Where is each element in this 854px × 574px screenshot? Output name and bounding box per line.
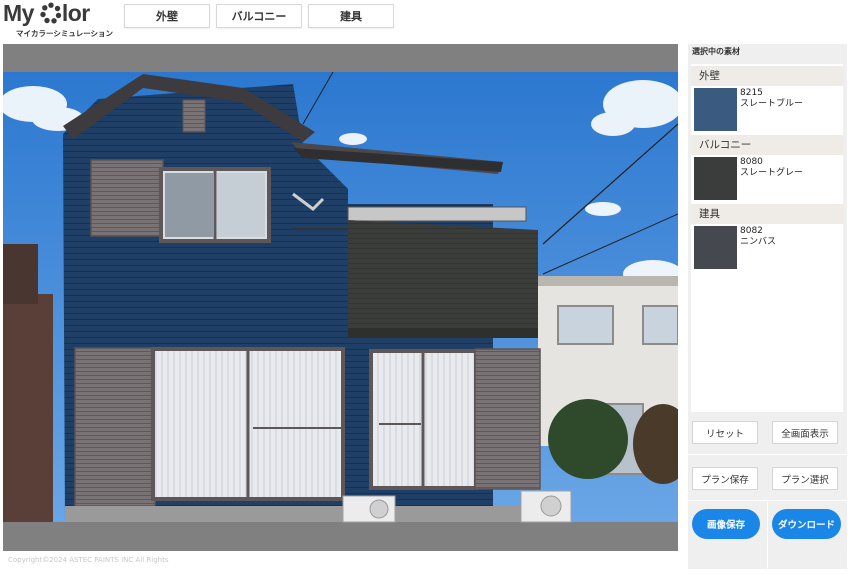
- reset-button[interactable]: リセット: [692, 421, 758, 444]
- selected-materials-panel: 選択中の素材 外壁 8215 スレートブルー バルコニー 8080 スレートグレ…: [688, 44, 847, 569]
- fullscreen-button[interactable]: 全画面表示: [772, 421, 838, 444]
- logo-text-lor: lor: [61, 0, 90, 26]
- color-chip-balcony: [694, 157, 737, 200]
- simulation-canvas[interactable]: [3, 44, 678, 551]
- divider: [767, 502, 768, 569]
- copyright-text: Copyright©2024 ASTEC PAINTS INC All Righ…: [8, 556, 169, 564]
- category-tabs: 外壁 バルコニー 建具: [124, 4, 394, 28]
- logo-ring-icon: [40, 2, 62, 24]
- color-code: 8082: [740, 226, 763, 236]
- section-label-balcony: バルコニー: [691, 135, 843, 155]
- color-chip-fixtures: [694, 226, 737, 269]
- tab-balcony[interactable]: バルコニー: [216, 4, 302, 28]
- download-button[interactable]: ダウンロード: [772, 509, 841, 539]
- color-code: 8080: [740, 157, 763, 167]
- app-logo[interactable]: My lor マイカラーシミュレーション: [3, 0, 113, 40]
- color-chip-wall: [694, 88, 737, 131]
- balcony-panel: [348, 220, 538, 334]
- material-list: 外壁 8215 スレートブルー バルコニー 8080 スレートグレー 建具 80…: [691, 64, 843, 412]
- material-item-fixtures[interactable]: 8082 ニンバス: [694, 226, 843, 274]
- divider: [688, 500, 847, 501]
- logo-wordmark: My lor: [3, 0, 90, 27]
- save-image-button[interactable]: 画像保存: [692, 509, 760, 539]
- color-name: スレートグレー: [740, 168, 804, 178]
- tab-exterior-wall[interactable]: 外壁: [124, 4, 210, 28]
- tab-fixtures[interactable]: 建具: [308, 4, 394, 28]
- material-item-balcony[interactable]: 8080 スレートグレー: [694, 157, 843, 205]
- select-plan-button[interactable]: プラン選択: [772, 467, 838, 490]
- section-label-fixtures: 建具: [691, 204, 843, 224]
- color-code: 8215: [740, 88, 763, 98]
- material-item-wall[interactable]: 8215 スレートブルー: [694, 88, 843, 136]
- house-preview-image: [3, 71, 678, 523]
- color-name: ニンバス: [740, 237, 777, 247]
- logo-text-my: My: [3, 0, 34, 26]
- save-plan-button[interactable]: プラン保存: [692, 467, 758, 490]
- logo-subtitle: マイカラーシミュレーション: [16, 29, 114, 38]
- color-name: スレートブルー: [740, 99, 804, 109]
- panel-title: 選択中の素材: [692, 47, 740, 56]
- divider: [688, 454, 847, 455]
- section-label-wall: 外壁: [691, 66, 843, 86]
